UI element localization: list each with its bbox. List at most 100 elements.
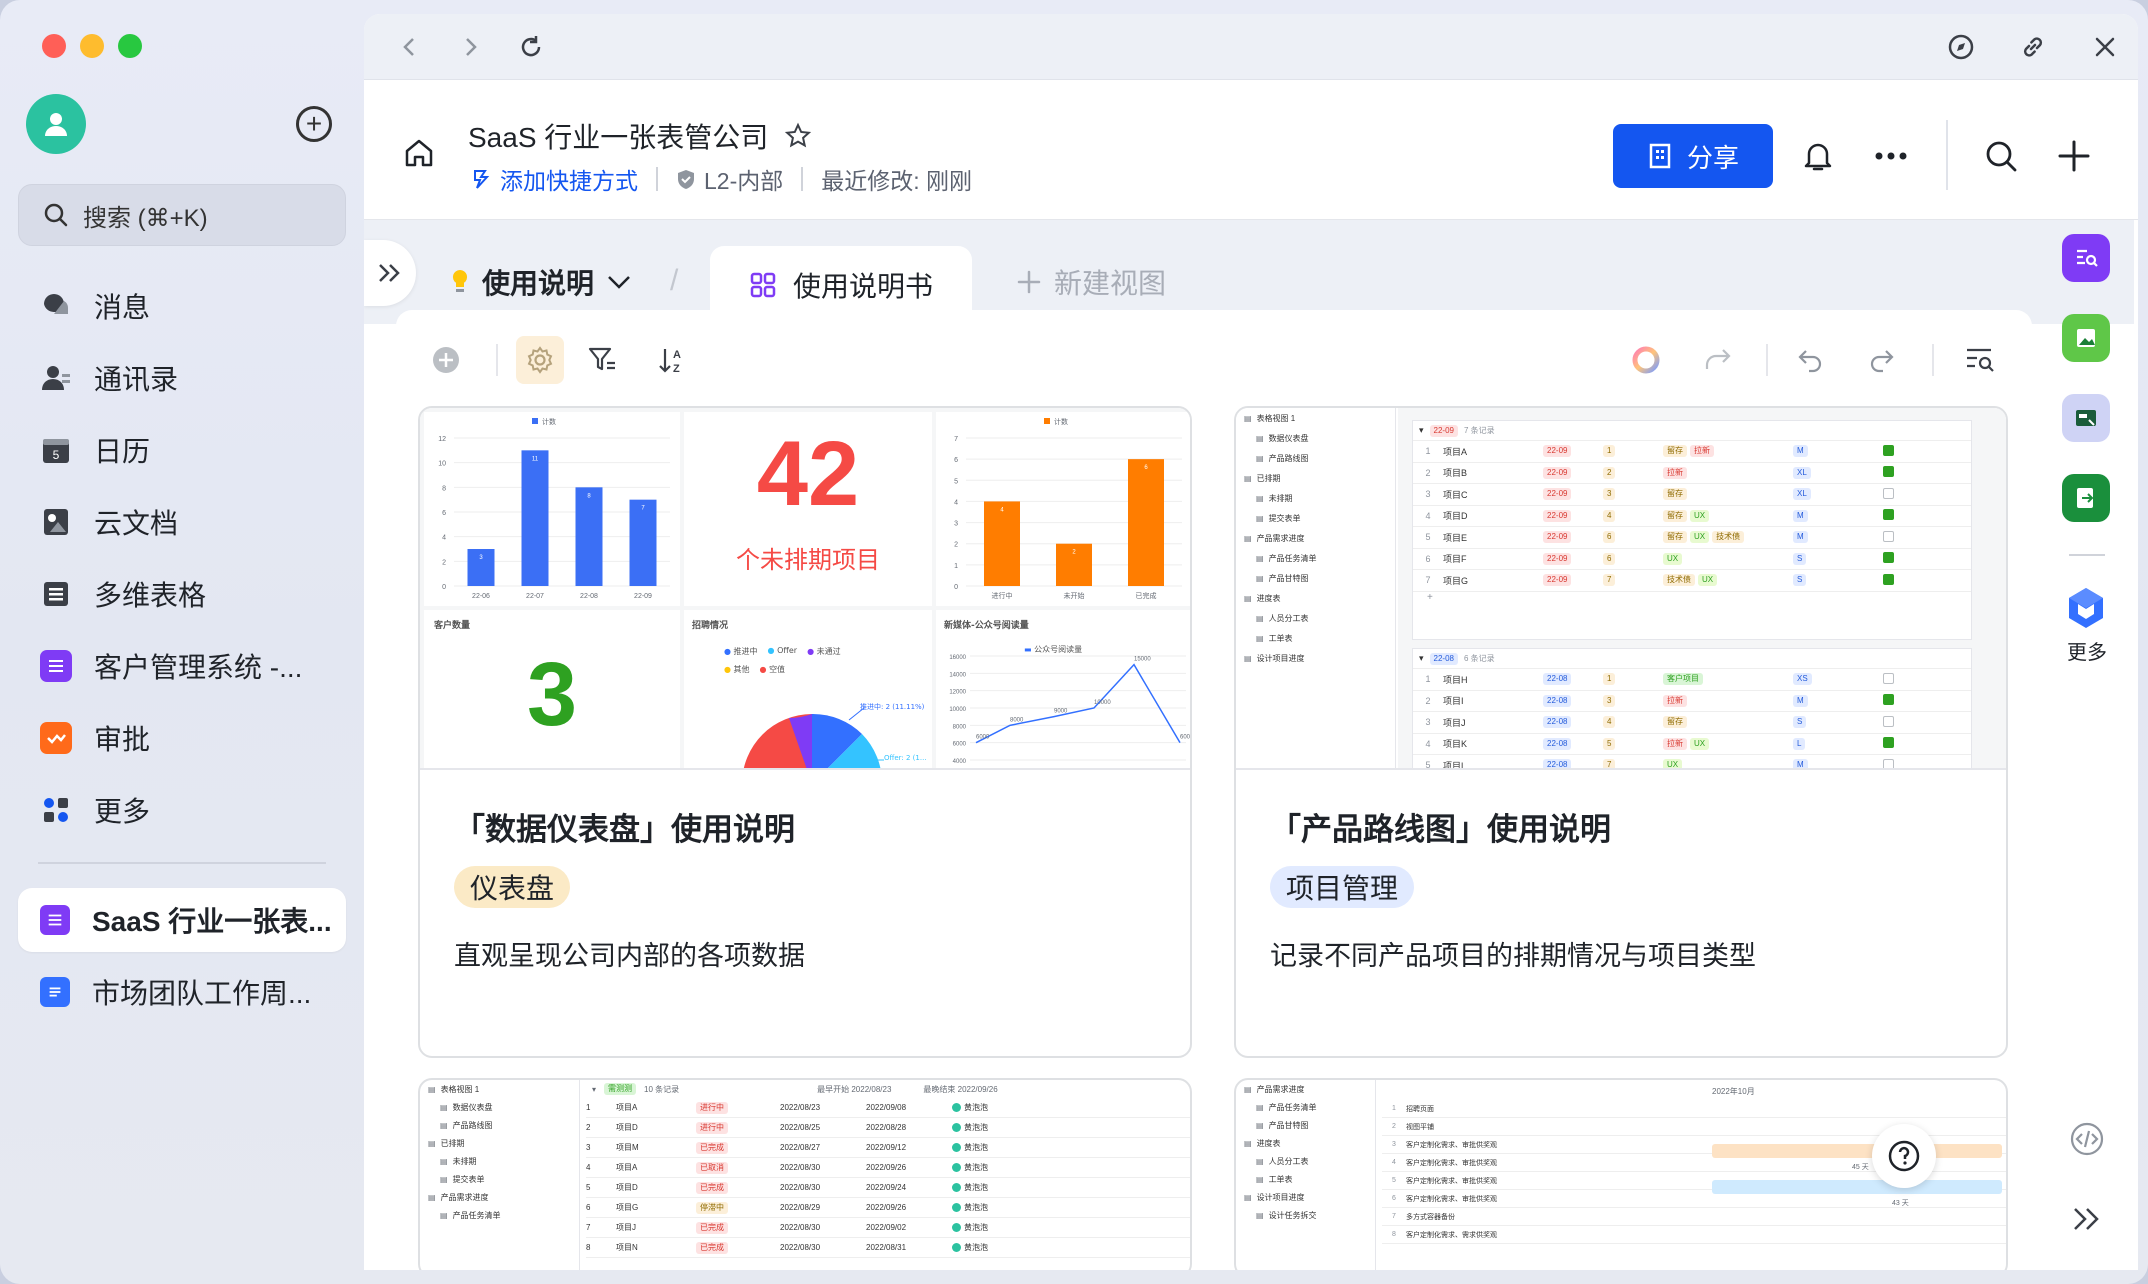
table-icon: ▤ bbox=[1244, 653, 1252, 663]
checkbox[interactable] bbox=[1883, 758, 1894, 768]
table-cell: 3 bbox=[1603, 488, 1663, 501]
gantt-row: 1 招聘页面 bbox=[1382, 1100, 2006, 1118]
point-label: 6000 bbox=[976, 735, 990, 741]
table-icon: ▤ bbox=[440, 1120, 448, 1130]
owner-name: 黄泡泡 bbox=[964, 1243, 988, 1252]
sidebar-item-calendar[interactable]: 5 日历 bbox=[18, 414, 346, 486]
help-button[interactable] bbox=[1872, 1124, 1936, 1188]
table-cell: 2022/08/30 bbox=[780, 1163, 821, 1172]
reload-button[interactable] bbox=[512, 28, 550, 66]
create-button[interactable] bbox=[2054, 136, 2094, 176]
filter-button[interactable] bbox=[582, 340, 622, 380]
sidebar-item-base[interactable]: 多维表格 bbox=[18, 558, 346, 630]
find-button[interactable] bbox=[1960, 340, 2000, 380]
security-label[interactable]: L2-内部 bbox=[676, 162, 783, 196]
sidebar-item-contacts[interactable]: 通讯录 bbox=[18, 342, 346, 414]
search-button[interactable] bbox=[1981, 136, 2021, 176]
date-pill: 22-09 bbox=[1543, 445, 1572, 458]
checkbox[interactable] bbox=[1883, 487, 1894, 499]
code-button[interactable] bbox=[2068, 1120, 2106, 1163]
table-cell: 拉新 UX bbox=[1663, 737, 1793, 750]
back-button[interactable] bbox=[390, 28, 428, 66]
tree-item: ▤ 表格视图 1 bbox=[420, 1080, 579, 1098]
app-sheet-image[interactable] bbox=[2062, 314, 2110, 362]
redo-button[interactable] bbox=[1862, 340, 1902, 380]
pinned-item-saas[interactable]: SaaS 行业一张表... bbox=[18, 888, 346, 952]
minimize-window-button[interactable] bbox=[80, 34, 104, 58]
tree-item: ▤ 数据仪表盘 bbox=[1236, 428, 1395, 448]
checkbox[interactable] bbox=[1883, 573, 1894, 585]
ai-ring-icon bbox=[1632, 346, 1660, 374]
sidebar-item-docs[interactable]: 云文档 bbox=[18, 486, 346, 558]
checkbox[interactable] bbox=[1883, 715, 1894, 727]
compass-button[interactable] bbox=[1942, 28, 1980, 66]
table-cell bbox=[1883, 530, 1943, 544]
app-more[interactable] bbox=[2062, 584, 2110, 632]
share-button[interactable]: 分享 bbox=[1613, 124, 1773, 188]
search-input[interactable]: 搜索 (⌘+K) bbox=[18, 184, 346, 246]
avatar[interactable] bbox=[26, 94, 86, 154]
table-cell: 22-09 bbox=[1543, 531, 1603, 544]
more-options-button[interactable] bbox=[1871, 136, 1911, 176]
add-record-button[interactable] bbox=[426, 340, 466, 380]
avatar bbox=[952, 1183, 961, 1193]
task-name: 客户定制化需求、需求供奖观 bbox=[1406, 1231, 1497, 1239]
checkbox[interactable] bbox=[1883, 694, 1894, 706]
group-header: ▾ 22-08 6 条记录 bbox=[1413, 649, 1971, 669]
sidebar-item-more[interactable]: 更多 bbox=[18, 774, 346, 846]
gallery-card-roadmap[interactable]: ▤ 表格视图 1 ▤ 数据仪表盘 ▤ 产品路线图 ▤ 已排期 ▤ 未排期 ▤ 提交表单 ▤ 产品需求进度 ▤… bbox=[1234, 406, 2008, 1058]
add-shortcut-link[interactable]: 添加快捷方式 bbox=[470, 162, 638, 196]
app-sheet-export[interactable] bbox=[2062, 474, 2110, 522]
gallery-card-3[interactable]: ▤ 表格视图 1 ▤ 数据仪表盘 ▤ 产品路线图 ▤ 已排期 ▤ 未排期 ▤ 提交表单 ▤ 产品需求进度 ▤… bbox=[418, 1078, 1192, 1270]
copy-link-button[interactable] bbox=[2014, 28, 2052, 66]
share-view-button[interactable] bbox=[1698, 340, 1738, 380]
gallery-card-dashboard[interactable]: 计数 12 10 8 6 4 2 0 3 22-06 11 22-07 8 22-08 7 22-09 42 … bbox=[418, 406, 1192, 1058]
status-pill: 进行中 bbox=[696, 1121, 728, 1134]
table-cell: 项目G bbox=[1443, 575, 1469, 586]
table-cell: 5 bbox=[586, 1183, 591, 1192]
browser-toolbar bbox=[364, 14, 2138, 80]
checkbox[interactable] bbox=[1883, 552, 1894, 564]
app-ai-search[interactable] bbox=[2062, 234, 2110, 282]
size-pill: L bbox=[1793, 737, 1806, 750]
app-slides[interactable] bbox=[2062, 394, 2110, 442]
checkbox[interactable] bbox=[1883, 509, 1894, 521]
checkbox[interactable] bbox=[1883, 466, 1894, 478]
pinned-item-market[interactable]: 市场团队工作周... bbox=[18, 960, 346, 1024]
close-window-button[interactable] bbox=[42, 34, 66, 58]
y-tick-label: 3 bbox=[954, 521, 958, 528]
settings-button[interactable] bbox=[516, 336, 564, 384]
forward-button[interactable] bbox=[452, 28, 490, 66]
home-button[interactable] bbox=[402, 136, 436, 175]
close-tab-button[interactable] bbox=[2086, 28, 2124, 66]
checkbox[interactable] bbox=[1883, 737, 1894, 749]
table-row: 5 项目D 已完成 2022/08/30 2022/09/24 黄泡泡 bbox=[586, 1178, 1190, 1198]
collapse-right-button[interactable] bbox=[2070, 1204, 2104, 1239]
tag-pill: 技术债 bbox=[1663, 574, 1695, 587]
table-cell: L bbox=[1793, 737, 1883, 750]
sidebar-item-crm[interactable]: 客户管理系统 -... bbox=[18, 630, 346, 702]
table-cell: 8 bbox=[586, 1243, 591, 1252]
ai-assistant-button[interactable] bbox=[1626, 340, 1666, 380]
bar-chart-1: 计数121086420322-061122-07822-08722-09 bbox=[438, 417, 670, 600]
star-icon[interactable] bbox=[784, 122, 812, 150]
checkbox[interactable] bbox=[1883, 672, 1894, 684]
view-group-selector[interactable]: 使用说明 bbox=[450, 262, 632, 302]
sort-button[interactable]: AZ bbox=[652, 340, 692, 380]
checkbox[interactable] bbox=[1883, 530, 1894, 542]
sidebar-item-approval[interactable]: 审批 bbox=[18, 702, 346, 774]
add-button[interactable]: + bbox=[296, 106, 332, 142]
svg-text:A: A bbox=[673, 349, 681, 361]
checkbox[interactable] bbox=[1883, 444, 1894, 456]
new-view-button[interactable]: 新建视图 bbox=[1016, 262, 1166, 302]
maximize-window-button[interactable] bbox=[118, 34, 142, 58]
chevron-right-icon bbox=[466, 38, 477, 56]
size-pill: S bbox=[1793, 552, 1807, 565]
gallery-card-4[interactable]: ▤ 产品需求进度 ▤ 产品任务清单 ▤ 产品甘特图 ▤ 进度表 ▤ 人员分工表 ▤ 工单表 ▤ 设计项目进… bbox=[1234, 1078, 2008, 1270]
mini-bar-chart: 计数 7 6 5 4 3 2 1 0 4 进行中 2 未开始 6 已完成 bbox=[936, 412, 1190, 606]
notification-button[interactable] bbox=[1798, 136, 1838, 176]
group-rows: 1 项目A 22-09 1 留存 拉新 M 2 项目B 22-09 2 拉新 XL 3 项目C 22-09 3 留… bbox=[1413, 441, 1971, 592]
expand-sidebar-button[interactable] bbox=[364, 240, 416, 306]
undo-button[interactable] bbox=[1790, 340, 1830, 380]
sidebar-item-messages[interactable]: 消息 bbox=[18, 270, 346, 342]
